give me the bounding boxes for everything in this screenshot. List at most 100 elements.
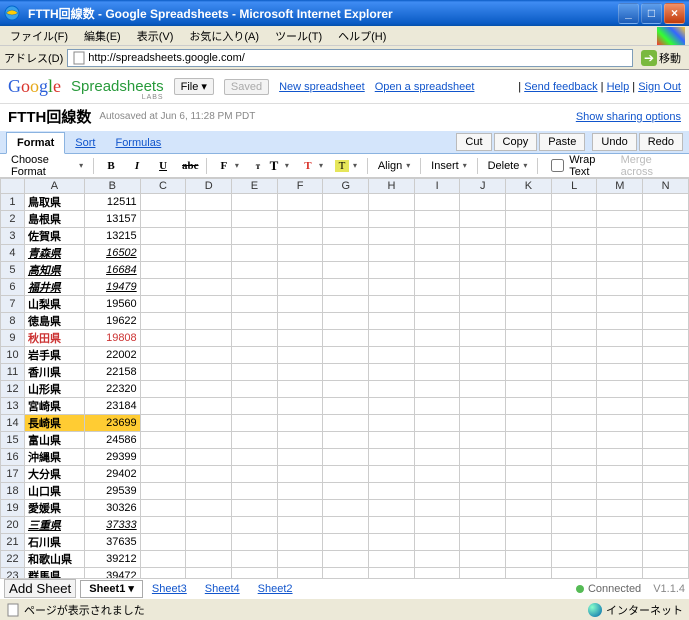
cell-H19[interactable] xyxy=(369,500,415,517)
cell-K8[interactable] xyxy=(506,313,552,330)
cell-M4[interactable] xyxy=(597,245,643,262)
open-spreadsheet-link[interactable]: Open a spreadsheet xyxy=(375,81,475,93)
cell-C3[interactable] xyxy=(140,228,186,245)
cell-K5[interactable] xyxy=(506,262,552,279)
bg-color-dropdown[interactable]: T xyxy=(330,157,362,175)
cell-K3[interactable] xyxy=(506,228,552,245)
cell-J8[interactable] xyxy=(460,313,506,330)
cell-I7[interactable] xyxy=(414,296,460,313)
cell-C15[interactable] xyxy=(140,432,186,449)
cell-M17[interactable] xyxy=(597,466,643,483)
cut-button[interactable]: Cut xyxy=(456,133,491,151)
text-color-dropdown[interactable]: T xyxy=(296,157,328,175)
cell-A1[interactable]: 鳥取県 xyxy=(24,194,84,211)
cell-E21[interactable] xyxy=(232,534,278,551)
cell-G22[interactable] xyxy=(323,551,369,568)
cell-J3[interactable] xyxy=(460,228,506,245)
cell-G3[interactable] xyxy=(323,228,369,245)
col-header-M[interactable]: M xyxy=(597,179,643,194)
cell-M20[interactable] xyxy=(597,517,643,534)
cell-E17[interactable] xyxy=(232,466,278,483)
row-header-14[interactable]: 14 xyxy=(1,415,25,432)
cell-H15[interactable] xyxy=(369,432,415,449)
font-size-dropdown[interactable]: тT xyxy=(246,155,294,177)
cell-L23[interactable] xyxy=(551,568,597,579)
cell-A20[interactable]: 三重県 xyxy=(24,517,84,534)
cell-N15[interactable] xyxy=(643,432,689,449)
menu-favorites[interactable]: お気に入り(A) xyxy=(183,27,265,45)
cell-C16[interactable] xyxy=(140,449,186,466)
cell-M6[interactable] xyxy=(597,279,643,296)
cell-A8[interactable]: 徳島県 xyxy=(24,313,84,330)
cell-N3[interactable] xyxy=(643,228,689,245)
cell-B22[interactable]: 39212 xyxy=(84,551,140,568)
cell-L1[interactable] xyxy=(551,194,597,211)
cell-K9[interactable] xyxy=(506,330,552,347)
cell-J16[interactable] xyxy=(460,449,506,466)
window-close-button[interactable]: × xyxy=(664,3,685,24)
cell-I21[interactable] xyxy=(414,534,460,551)
cell-J7[interactable] xyxy=(460,296,506,313)
cell-I1[interactable] xyxy=(414,194,460,211)
cell-G11[interactable] xyxy=(323,364,369,381)
cell-A4[interactable]: 青森県 xyxy=(24,245,84,262)
col-header-G[interactable]: G xyxy=(323,179,369,194)
cell-F23[interactable] xyxy=(277,568,323,579)
row-header-15[interactable]: 15 xyxy=(1,432,25,449)
cell-F12[interactable] xyxy=(277,381,323,398)
copy-button[interactable]: Copy xyxy=(494,133,538,151)
cell-E13[interactable] xyxy=(232,398,278,415)
cell-K23[interactable] xyxy=(506,568,552,579)
cell-J23[interactable] xyxy=(460,568,506,579)
row-header-5[interactable]: 5 xyxy=(1,262,25,279)
cell-N11[interactable] xyxy=(643,364,689,381)
cell-I14[interactable] xyxy=(414,415,460,432)
cell-B15[interactable]: 24586 xyxy=(84,432,140,449)
cell-H16[interactable] xyxy=(369,449,415,466)
cell-A2[interactable]: 島根県 xyxy=(24,211,84,228)
col-header-D[interactable]: D xyxy=(186,179,232,194)
col-header-C[interactable]: C xyxy=(140,179,186,194)
cell-N22[interactable] xyxy=(643,551,689,568)
cell-G15[interactable] xyxy=(323,432,369,449)
add-sheet-button[interactable]: Add Sheet xyxy=(4,579,76,598)
cell-C7[interactable] xyxy=(140,296,186,313)
cell-B14[interactable]: 23699 xyxy=(84,415,140,432)
align-dropdown[interactable]: Align xyxy=(373,157,415,175)
cell-I22[interactable] xyxy=(414,551,460,568)
col-header-B[interactable]: B xyxy=(84,179,140,194)
cell-B20[interactable]: 37333 xyxy=(84,517,140,534)
cell-N10[interactable] xyxy=(643,347,689,364)
cell-F14[interactable] xyxy=(277,415,323,432)
cell-D15[interactable] xyxy=(186,432,232,449)
cell-C8[interactable] xyxy=(140,313,186,330)
cell-C19[interactable] xyxy=(140,500,186,517)
cell-I2[interactable] xyxy=(414,211,460,228)
cell-M21[interactable] xyxy=(597,534,643,551)
cell-L20[interactable] xyxy=(551,517,597,534)
cell-N1[interactable] xyxy=(643,194,689,211)
cell-D8[interactable] xyxy=(186,313,232,330)
cell-F21[interactable] xyxy=(277,534,323,551)
cell-B18[interactable]: 29539 xyxy=(84,483,140,500)
go-button[interactable]: ➔ 移動 xyxy=(637,50,685,66)
font-family-dropdown[interactable]: F xyxy=(212,157,244,175)
cell-B2[interactable]: 13157 xyxy=(84,211,140,228)
cell-K16[interactable] xyxy=(506,449,552,466)
row-header-11[interactable]: 11 xyxy=(1,364,25,381)
row-header-23[interactable]: 23 xyxy=(1,568,25,579)
col-header-J[interactable]: J xyxy=(460,179,506,194)
cell-F4[interactable] xyxy=(277,245,323,262)
cell-K15[interactable] xyxy=(506,432,552,449)
cell-K22[interactable] xyxy=(506,551,552,568)
cell-M19[interactable] xyxy=(597,500,643,517)
cell-N19[interactable] xyxy=(643,500,689,517)
cell-E18[interactable] xyxy=(232,483,278,500)
cell-M13[interactable] xyxy=(597,398,643,415)
cell-D14[interactable] xyxy=(186,415,232,432)
cell-C20[interactable] xyxy=(140,517,186,534)
insert-dropdown[interactable]: Insert xyxy=(426,157,472,175)
cell-H9[interactable] xyxy=(369,330,415,347)
menu-edit[interactable]: 編集(E) xyxy=(78,27,127,45)
cell-C6[interactable] xyxy=(140,279,186,296)
